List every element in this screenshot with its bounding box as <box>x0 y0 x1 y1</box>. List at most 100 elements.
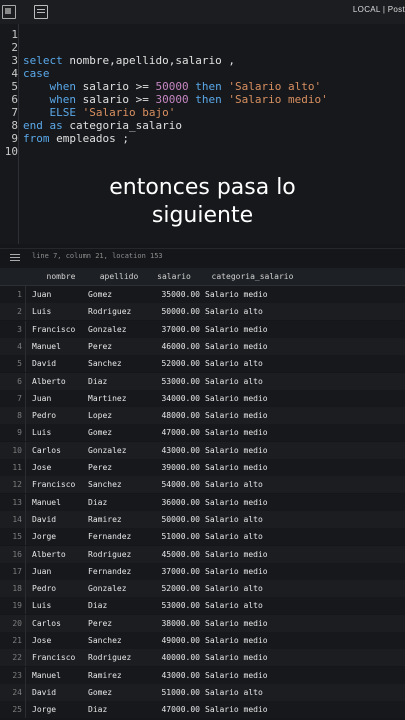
cell-salario: 40000.00 <box>161 653 200 663</box>
cell-nombre: David <box>32 687 57 697</box>
cell-salario: 47000.00 <box>161 705 200 715</box>
table-row[interactable]: 2 Luis Rodriguez 50000.00 Salario alto <box>0 303 405 321</box>
connection-label[interactable]: LOCAL | Post <box>353 5 405 14</box>
code-token: then <box>195 93 222 106</box>
table-row[interactable]: 22 Francisco Rodriguez 40000.00 Salario medi… <box>0 649 405 667</box>
row-number: 2 <box>0 303 26 321</box>
cell-salario: 36000.00 <box>161 497 200 507</box>
cell-salario: 50000.00 <box>161 307 200 317</box>
table-row[interactable]: 9 Luis Gomez 47000.00 Salario medio <box>0 424 405 442</box>
column-header-nombre[interactable]: nombre <box>32 268 90 285</box>
code-line[interactable]: 7 ELSE 'Salario bajo' <box>0 106 175 119</box>
table-row[interactable]: 7 Juan Martinez 34000.00 Salario medio <box>0 389 405 407</box>
table-row[interactable]: 5 David Sanchez 52000.00 Salario alto <box>0 355 405 373</box>
table-row[interactable]: 3 Francisco Gonzalez 37000.00 Salario medio <box>0 320 405 338</box>
table-row[interactable]: 25 Jorge Diaz 47000.00 Salario medio <box>0 701 405 719</box>
code-line[interactable]: 2 <box>0 41 23 54</box>
code-line[interactable]: 8 end as categoria_salario <box>0 119 182 132</box>
line-number: 3 <box>11 54 18 67</box>
code-line[interactable]: 9 from empleados ; <box>0 132 129 145</box>
code-token: 'Salario medio' <box>228 93 328 106</box>
code-line[interactable]: 1 <box>0 28 23 41</box>
code-token: from <box>23 132 50 145</box>
code-line[interactable]: 3 select nombre,apellido,salario , <box>0 54 235 67</box>
column-header-salario[interactable]: salario <box>148 268 200 285</box>
table-row[interactable]: 24 David Gomez 51000.00 Salario alto <box>0 683 405 701</box>
grid-header: nombre apellido salario categoria_salario <box>0 268 405 286</box>
cell-apellido: Lopez <box>88 411 113 421</box>
code-token: salario >= <box>76 93 156 106</box>
cell-nombre: Manuel <box>32 341 61 351</box>
table-row[interactable]: 20 Carlos Perez 38000.00 Salario medio <box>0 614 405 632</box>
column-header-apellido[interactable]: apellido <box>88 268 150 285</box>
cell-salario: 53000.00 <box>161 601 200 611</box>
cell-categoria: Salario medio <box>205 497 268 507</box>
row-number: 1 <box>0 286 26 303</box>
table-row[interactable]: 19 Luis Diaz 53000.00 Salario alto <box>0 597 405 615</box>
cell-apellido: Perez <box>88 618 113 628</box>
table-row[interactable]: 4 Manuel Perez 46000.00 Salario medio <box>0 337 405 355</box>
table-row[interactable]: 1 Juan Gomez 35000.00 Salario medio <box>0 286 405 303</box>
cell-categoria: Salario medio <box>205 428 268 438</box>
code-line[interactable]: 4 case <box>0 67 49 80</box>
table-row[interactable]: 12 Francisco Sanchez 54000.00 Salario alto <box>0 476 405 494</box>
cell-categoria: Salario medio <box>205 705 268 715</box>
cell-salario: 43000.00 <box>161 445 200 455</box>
cell-salario: 51000.00 <box>161 687 200 697</box>
cell-categoria: Salario alto <box>205 687 263 697</box>
row-number: 20 <box>0 614 26 632</box>
code-token: nombre,apellido,salario , <box>62 54 235 67</box>
code-token: then <box>195 80 222 93</box>
cell-salario: 49000.00 <box>161 636 200 645</box>
cell-nombre: Jose <box>32 463 52 472</box>
cell-nombre: Luis <box>32 307 52 317</box>
row-number: 9 <box>0 424 26 442</box>
row-number: 12 <box>0 476 26 494</box>
cell-apellido: Gomez <box>88 687 113 697</box>
table-row[interactable]: 10 Carlos Gonzalez 43000.00 Salario medio <box>0 441 405 459</box>
video-caption: entonces pasa lo siguiente <box>0 174 405 230</box>
line-number: 10 <box>4 145 18 158</box>
table-row[interactable]: 17 Juan Fernandez 37000.00 Salario medio <box>0 562 405 580</box>
window-icon[interactable] <box>2 5 16 19</box>
code-line[interactable]: 10 <box>0 145 23 158</box>
cell-categoria: Salario alto <box>205 532 263 542</box>
cell-salario: 47000.00 <box>161 428 200 438</box>
row-number: 19 <box>0 597 26 615</box>
code-line[interactable]: 5 when salario >= 50000 then 'Salario al… <box>0 80 321 93</box>
cursor-position: line 7, column 21, location 153 <box>32 252 163 260</box>
column-header-categoria-salario[interactable]: categoria_salario <box>205 268 300 285</box>
row-number: 17 <box>0 562 26 580</box>
cell-salario: 51000.00 <box>161 532 200 542</box>
table-row[interactable]: 21 Jose Sanchez 49000.00 Salario medio <box>0 632 405 649</box>
code-token: 30000 <box>155 93 189 106</box>
table-row[interactable]: 11 Jose Perez 39000.00 Salario medio <box>0 459 405 476</box>
table-row[interactable]: 15 Jorge Fernandez 51000.00 Salario alto <box>0 528 405 546</box>
table-row[interactable]: 18 Pedro Gonzalez 52000.00 Salario alto <box>0 580 405 598</box>
cell-apellido: Gonzalez <box>88 584 127 594</box>
cell-nombre: Jose <box>32 636 52 645</box>
cell-apellido: Ramirez <box>88 670 122 680</box>
table-row[interactable]: 14 David Ramirez 50000.00 Salario alto <box>0 510 405 528</box>
cell-categoria: Salario alto <box>205 601 263 611</box>
table-row[interactable]: 23 Manuel Ramirez 43000.00 Salario medio <box>0 666 405 684</box>
cell-apellido: Diaz <box>88 705 108 715</box>
cell-salario: 54000.00 <box>161 480 200 490</box>
code-line[interactable]: 6 when salario >= 30000 then 'Salario me… <box>0 93 328 106</box>
table-row[interactable]: 6 Alberto Diaz 53000.00 Salario alto <box>0 372 405 390</box>
code-token: 'Salario alto' <box>228 80 322 93</box>
cell-salario: 37000.00 <box>161 566 200 576</box>
table-row[interactable]: 16 Alberto Rodriguez 45000.00 Salario medio <box>0 545 405 563</box>
hamburger-icon[interactable] <box>10 254 20 255</box>
table-row[interactable]: 8 Pedro Lopez 48000.00 Salario medio <box>0 407 405 425</box>
cell-nombre: Francisco <box>32 653 76 663</box>
code-token: ELSE <box>49 106 77 119</box>
row-number: 6 <box>0 372 26 390</box>
code-token: salario >= <box>76 80 156 93</box>
cell-nombre: Pedro <box>32 584 57 594</box>
menu-icon[interactable] <box>34 5 48 19</box>
table-row[interactable]: 13 Manuel Diaz 36000.00 Salario medio <box>0 493 405 511</box>
cell-apellido: Perez <box>88 463 113 472</box>
